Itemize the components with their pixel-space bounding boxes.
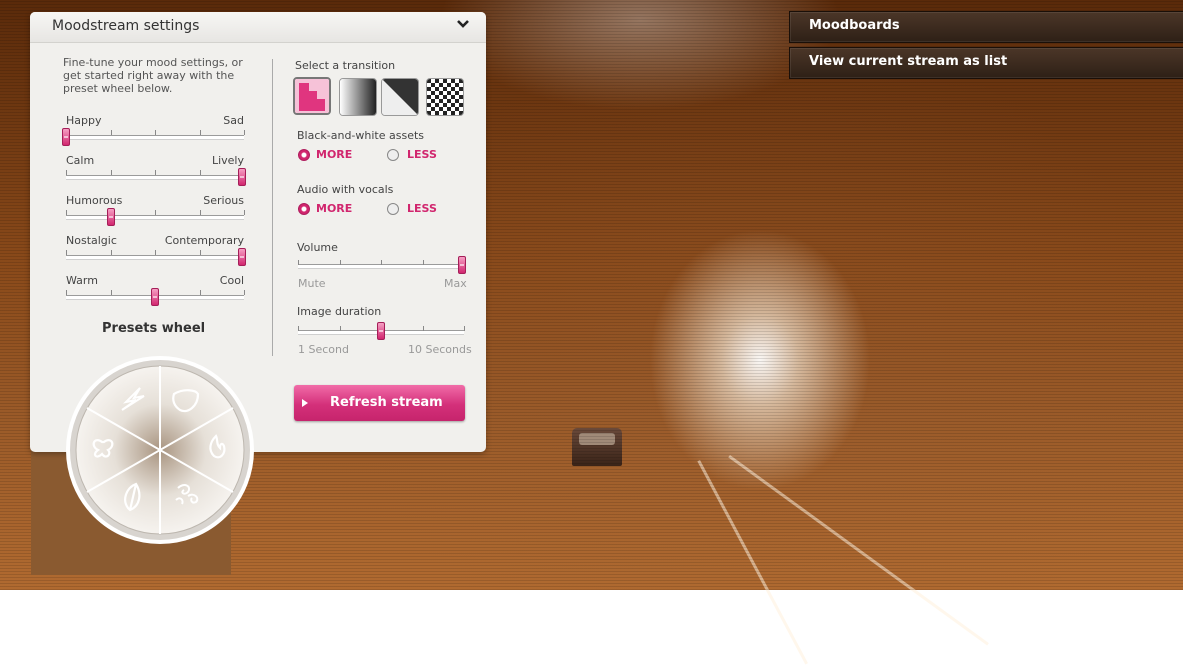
volume-slider-thumb[interactable] xyxy=(458,256,466,274)
transition-wipe-button[interactable] xyxy=(381,78,419,116)
mood-slider-thumb[interactable] xyxy=(62,128,70,146)
mood-slider-right-label: Lively xyxy=(211,154,244,167)
slider-tick xyxy=(66,170,67,175)
mood-slider-thumb[interactable] xyxy=(151,288,159,306)
presets-wheel[interactable] xyxy=(64,354,256,546)
settings-panel-header[interactable]: Moodstream settings xyxy=(30,12,486,43)
mood-slider-track[interactable] xyxy=(66,175,244,180)
view-stream-list-button[interactable]: View current stream as list xyxy=(789,47,1183,79)
slider-tick xyxy=(199,290,201,295)
bw-less-label[interactable]: LESS xyxy=(407,148,437,161)
transition-label: Select a transition xyxy=(295,59,396,72)
vocals-less-radio[interactable] xyxy=(387,203,399,215)
bw-less-radio[interactable] xyxy=(387,149,399,161)
duration-min-label: 1 Second xyxy=(298,343,349,356)
transition-checker-button[interactable] xyxy=(426,78,464,116)
bw-more-label[interactable]: MORE xyxy=(316,148,352,161)
slider-tick xyxy=(110,250,112,255)
volume-max-label: Max xyxy=(444,277,467,290)
mood-slider-thumb[interactable] xyxy=(106,208,115,226)
moodboards-button[interactable]: Moodboards xyxy=(789,11,1183,43)
slider-tick xyxy=(422,260,424,265)
panel-title: Moodstream settings xyxy=(52,18,200,34)
mood-slider-track[interactable] xyxy=(66,215,244,220)
mood-slider-thumb[interactable] xyxy=(238,168,246,186)
mood-slider-right-label: Serious xyxy=(203,194,244,207)
stairs-transition-icon xyxy=(295,79,329,113)
slider-tick xyxy=(422,326,424,331)
transition-stairs-button[interactable] xyxy=(293,77,331,115)
slider-tick xyxy=(110,130,112,135)
view-stream-list-label: View current stream as list xyxy=(809,54,1008,69)
slider-tick xyxy=(110,170,112,175)
slider-tick xyxy=(298,260,299,265)
mood-slider-thumb[interactable] xyxy=(238,248,246,266)
slider-tick xyxy=(339,260,341,265)
slider-tick xyxy=(66,210,67,215)
vocals-more-radio[interactable] xyxy=(298,203,310,215)
volume-label: Volume xyxy=(297,241,338,254)
slider-tick xyxy=(199,170,201,175)
slider-tick xyxy=(155,210,156,215)
presets-wheel-title: Presets wheel xyxy=(102,321,206,336)
fade-transition-icon xyxy=(340,79,376,115)
mood-slider-right-label: Cool xyxy=(219,274,244,287)
refresh-stream-button[interactable]: Refresh stream xyxy=(294,385,465,421)
intro-text: Fine-tune your mood settings, or get sta… xyxy=(63,56,243,95)
mood-slider-right-label: Sad xyxy=(223,114,244,127)
slider-tick xyxy=(339,326,341,331)
mood-slider-track[interactable] xyxy=(66,255,244,260)
slider-tick xyxy=(199,130,201,135)
slider-tick xyxy=(155,170,156,175)
slider-tick xyxy=(244,210,245,215)
slider-tick xyxy=(110,290,112,295)
car-in-tunnel xyxy=(572,428,622,466)
slider-tick xyxy=(464,326,465,331)
duration-slider-thumb[interactable] xyxy=(377,322,385,340)
wipe-transition-icon xyxy=(382,79,418,115)
vocals-more-label[interactable]: MORE xyxy=(316,202,352,215)
audio-vocals-label: Audio with vocals xyxy=(297,183,394,196)
bw-assets-label: Black-and-white assets xyxy=(297,129,425,142)
slider-tick xyxy=(155,250,156,255)
image-duration-label: Image duration xyxy=(297,305,382,318)
slider-tick xyxy=(66,290,67,295)
slider-tick xyxy=(381,260,382,265)
play-arrow-icon xyxy=(302,399,308,407)
refresh-stream-label: Refresh stream xyxy=(330,395,443,410)
slider-tick xyxy=(155,130,156,135)
mood-slider-track[interactable] xyxy=(66,135,244,140)
slider-tick xyxy=(298,326,299,331)
slider-tick xyxy=(244,290,245,295)
slider-tick xyxy=(244,130,245,135)
moodboards-label: Moodboards xyxy=(809,18,900,33)
slider-tick xyxy=(199,210,201,215)
mood-slider-right-label: Contemporary xyxy=(164,234,244,247)
transition-fade-button[interactable] xyxy=(339,78,377,116)
road-line xyxy=(728,455,989,646)
vocals-less-label[interactable]: LESS xyxy=(407,202,437,215)
duration-max-label: 10 Seconds xyxy=(408,343,472,356)
slider-tick xyxy=(66,250,67,255)
slider-tick xyxy=(199,250,201,255)
column-divider xyxy=(272,59,273,356)
road-line xyxy=(697,460,808,665)
bw-more-radio[interactable] xyxy=(298,149,310,161)
chevron-down-icon[interactable] xyxy=(456,17,470,31)
checker-transition-icon xyxy=(427,79,463,115)
volume-min-label: Mute xyxy=(298,277,326,290)
